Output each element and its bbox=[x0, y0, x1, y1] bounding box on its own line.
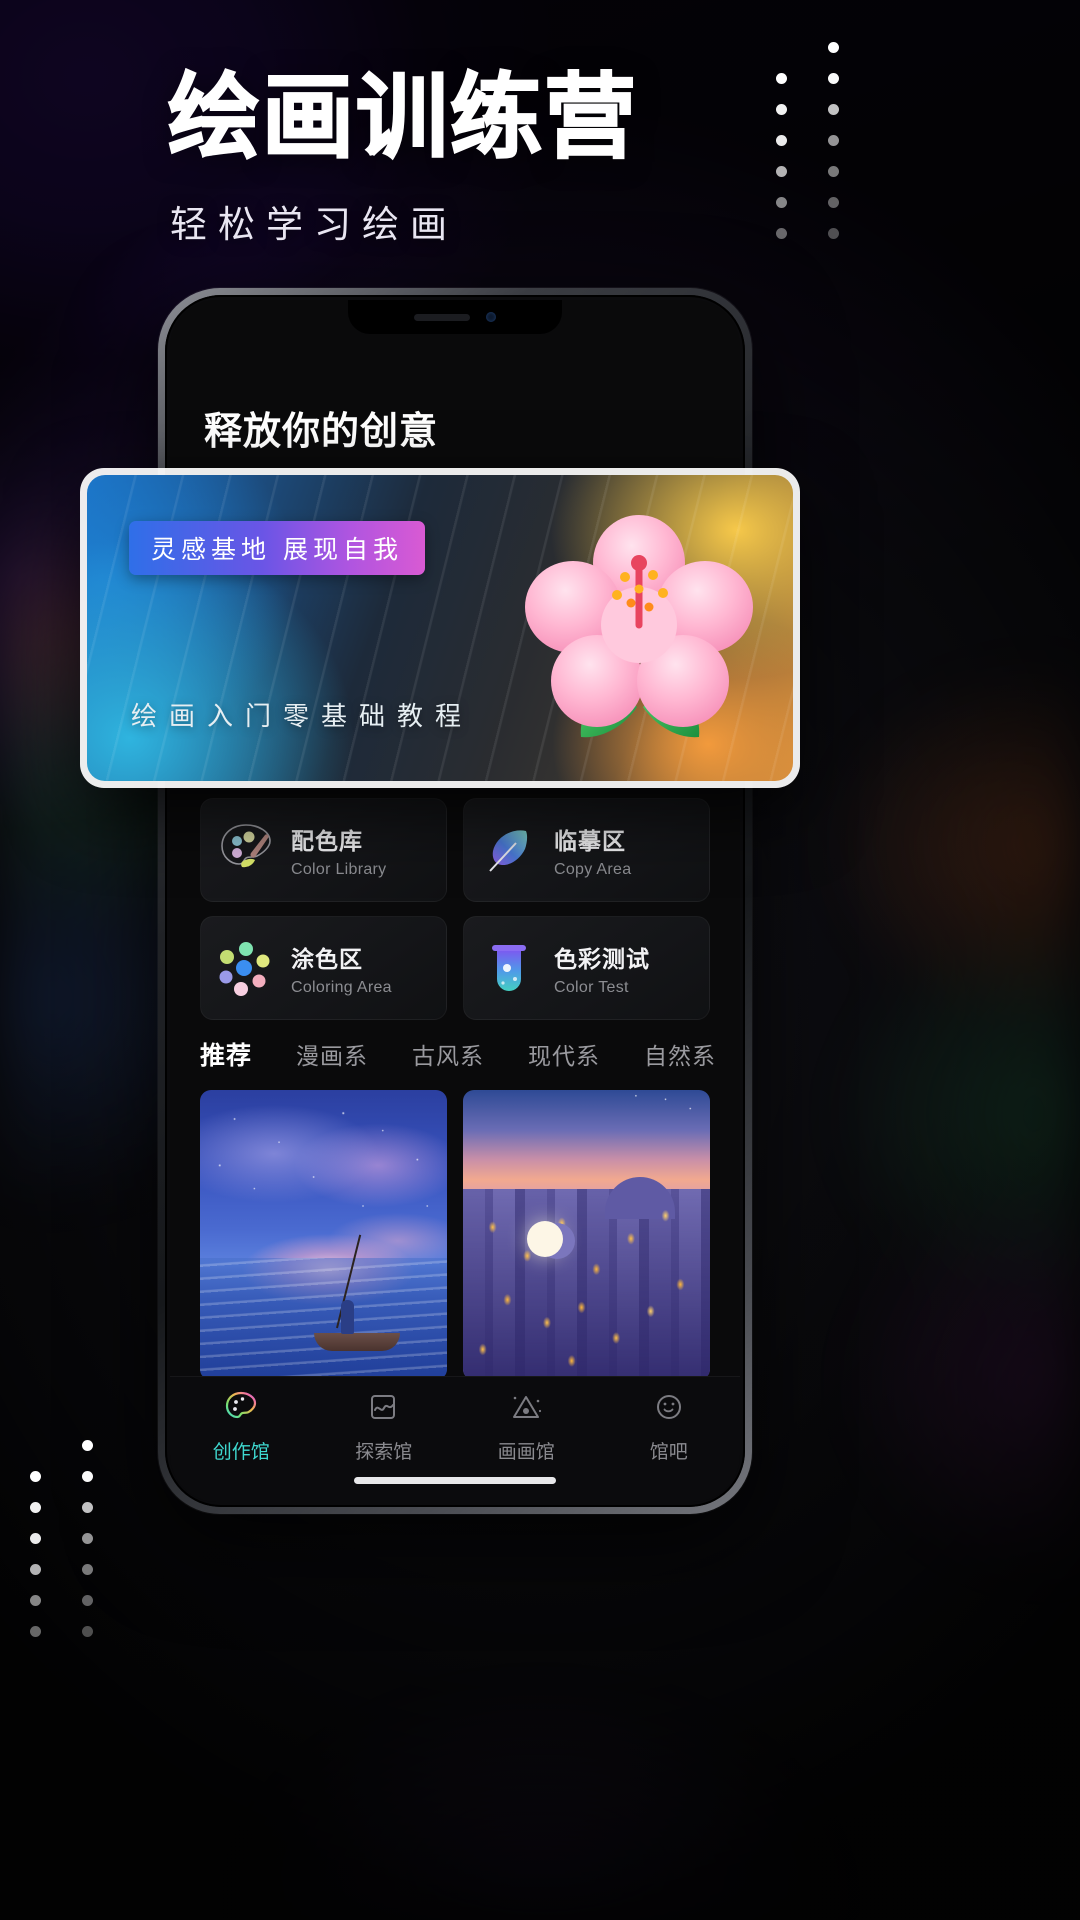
featured-caption: 绘画入门零基础教程 bbox=[131, 701, 474, 731]
featured-course-card[interactable]: 灵感基地 展现自我 绘画入门零基础教程 bbox=[80, 468, 800, 788]
phone-notch bbox=[348, 300, 562, 334]
dot-icon bbox=[828, 197, 839, 208]
nav-item-explore[interactable]: 探索馆 bbox=[313, 1389, 456, 1464]
nav-item-community[interactable]: 馆吧 bbox=[598, 1389, 741, 1464]
tab-classical[interactable]: 古风系 bbox=[412, 1037, 484, 1071]
dot-icon bbox=[828, 135, 839, 146]
wave-frame-icon bbox=[365, 1389, 403, 1427]
smiley-face-icon bbox=[650, 1389, 688, 1427]
dot-icon bbox=[82, 1440, 93, 1451]
menu-card-text: 涂色区 Coloring Area bbox=[291, 940, 392, 997]
dot-icon bbox=[82, 1564, 93, 1575]
menu-card-text: 配色库 Color Library bbox=[291, 822, 387, 879]
menu-card-text: 色彩测试 Color Test bbox=[554, 940, 650, 997]
dot-icon bbox=[776, 166, 787, 177]
dot-icon bbox=[776, 73, 787, 84]
nav-label: 馆吧 bbox=[649, 1442, 688, 1463]
dot-icon bbox=[82, 1595, 93, 1606]
windows-overlay bbox=[463, 1188, 710, 1380]
dot-icon bbox=[776, 104, 787, 115]
dot-grid-decoration-bottom-left bbox=[30, 1440, 108, 1637]
dot-icon bbox=[828, 104, 839, 115]
page-subtitle: 轻松学习绘画 bbox=[170, 205, 458, 246]
menu-card-color-library[interactable]: 配色库 Color Library bbox=[200, 798, 447, 902]
color-dots-icon bbox=[213, 935, 279, 1001]
nav-label: 画画馆 bbox=[497, 1442, 555, 1463]
menu-card-coloring-area[interactable]: 涂色区 Coloring Area bbox=[200, 916, 447, 1020]
nav-label: 探索馆 bbox=[355, 1442, 413, 1463]
menu-label-cn: 配色库 bbox=[291, 827, 363, 854]
menu-label-en: Color Test bbox=[554, 978, 629, 996]
menu-card-copy-area[interactable]: 临摹区 Copy Area bbox=[463, 798, 710, 902]
waves-overlay bbox=[200, 1258, 447, 1380]
rainbow-palette-icon bbox=[222, 1389, 260, 1427]
artwork-card-moonlit-town[interactable] bbox=[463, 1090, 710, 1380]
dot-icon bbox=[776, 135, 787, 146]
menu-label-cn: 临摹区 bbox=[554, 827, 626, 854]
dot-icon bbox=[82, 1533, 93, 1544]
page-title: 绘画训练营 bbox=[167, 66, 639, 169]
dot-icon bbox=[30, 1564, 41, 1575]
featured-badge: 灵感基地 展现自我 bbox=[129, 521, 425, 575]
menu-label-cn: 涂色区 bbox=[291, 945, 363, 972]
dot-icon bbox=[828, 228, 839, 239]
feature-menu-grid: 配色库 Color Library 临摹区 Copy Area 涂色区 Colo… bbox=[200, 798, 710, 1020]
menu-card-text: 临摹区 Copy Area bbox=[554, 822, 631, 879]
feather-quill-icon bbox=[476, 817, 542, 883]
tab-nature[interactable]: 自然系 bbox=[644, 1037, 716, 1071]
dot-icon bbox=[82, 1626, 93, 1637]
category-tab-bar: 推荐 漫画系 古风系 现代系 自然系 bbox=[200, 1036, 716, 1072]
tab-recommended[interactable]: 推荐 bbox=[200, 1036, 252, 1072]
artwork-thumbnail bbox=[463, 1090, 710, 1380]
dot-icon bbox=[30, 1471, 41, 1482]
dot-icon bbox=[30, 1502, 41, 1513]
earpiece-speaker-icon bbox=[414, 313, 470, 321]
nav-label: 创作馆 bbox=[212, 1442, 270, 1463]
menu-label-en: Copy Area bbox=[554, 860, 632, 878]
front-camera-icon bbox=[486, 312, 496, 322]
dot-icon bbox=[30, 1626, 41, 1637]
menu-label-en: Coloring Area bbox=[291, 978, 392, 996]
dot-icon bbox=[828, 166, 839, 177]
menu-card-color-test[interactable]: 色彩测试 Color Test bbox=[463, 916, 710, 1020]
menu-label-en: Color Library bbox=[291, 860, 387, 878]
hibiscus-flower-icon bbox=[513, 503, 765, 755]
dot-icon bbox=[828, 42, 839, 53]
nav-item-creation[interactable]: 创作馆 bbox=[170, 1389, 313, 1464]
palette-icon bbox=[213, 817, 279, 883]
home-indicator[interactable] bbox=[354, 1477, 556, 1484]
dot-icon bbox=[776, 197, 787, 208]
artwork-card-starry-seascape[interactable] bbox=[200, 1090, 447, 1380]
dot-icon bbox=[82, 1502, 93, 1513]
dot-icon bbox=[828, 73, 839, 84]
tab-manga[interactable]: 漫画系 bbox=[296, 1037, 368, 1071]
nav-item-gallery[interactable]: 画画馆 bbox=[455, 1389, 598, 1464]
triangle-sparkle-icon bbox=[507, 1389, 545, 1427]
menu-label-cn: 色彩测试 bbox=[554, 945, 650, 972]
dot-icon bbox=[776, 228, 787, 239]
poster-page: 绘画训练营 轻松学习绘画 释放你的创意 配色库 Color Library 临摹… bbox=[0, 0, 1080, 1920]
artwork-grid bbox=[200, 1090, 710, 1380]
figure-shape bbox=[340, 1299, 354, 1334]
dot-icon bbox=[82, 1471, 93, 1482]
boat-shape bbox=[313, 1333, 400, 1351]
tab-modern[interactable]: 现代系 bbox=[528, 1037, 600, 1071]
dot-grid-decoration-top-right bbox=[776, 42, 854, 239]
test-tube-icon bbox=[476, 935, 542, 1001]
dot-icon bbox=[30, 1595, 41, 1606]
crescent-moon-icon bbox=[527, 1220, 564, 1257]
artwork-thumbnail bbox=[200, 1090, 447, 1380]
app-heading: 释放你的创意 bbox=[204, 411, 439, 453]
featured-card-inner: 灵感基地 展现自我 绘画入门零基础教程 bbox=[87, 475, 793, 781]
dot-icon bbox=[30, 1533, 41, 1544]
